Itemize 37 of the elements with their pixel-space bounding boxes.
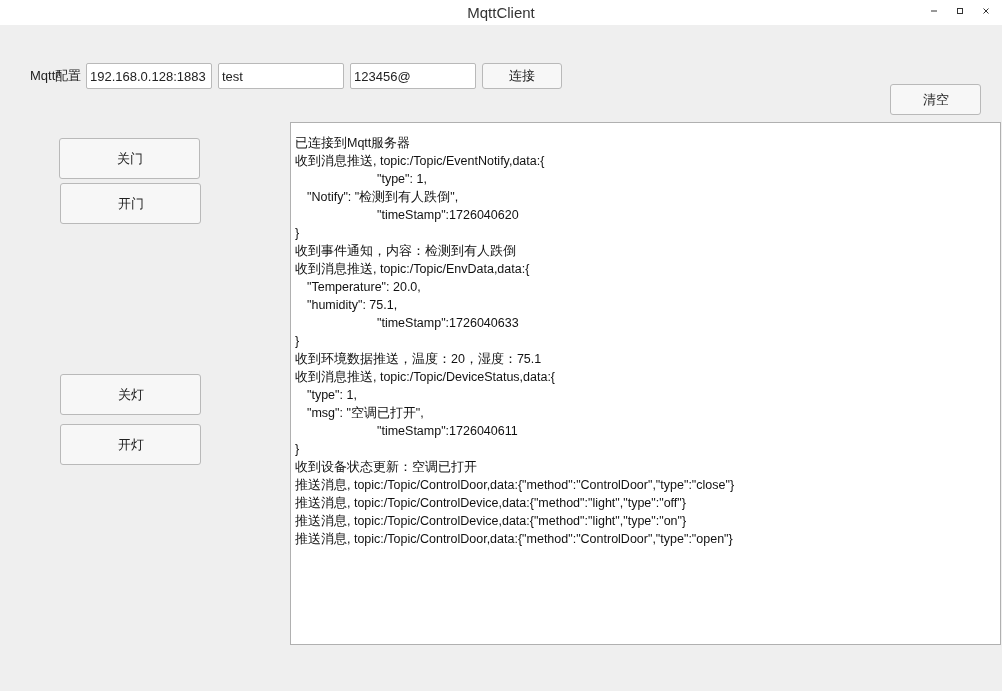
log-line: 推送消息, topic:/Topic/ControlDevice,data:{"method":"light","type":"on"} [295,514,687,528]
push-button[interactable]: 关灯 [60,374,201,415]
log-line: 已连接到Mqtt服务器 [295,136,411,150]
log-line: 收到消息推送, topic:/Topic/EnvData,data:{ [295,262,530,276]
push-button[interactable]: 开灯 [60,424,201,465]
log-line: "msg": "空调已打开", [307,406,424,420]
log-line: "humidity": 75.1, [307,298,398,312]
push-button[interactable]: 连接 [482,63,562,89]
window-title: MqttClient [467,3,535,21]
log-line: "type": 1, [307,388,357,402]
maximize-icon[interactable] [956,7,964,15]
log-line: "timeStamp":1726040611 [377,424,518,438]
push-button[interactable]: 清空 [890,84,981,115]
log-line: "Temperature": 20.0, [307,280,421,294]
log-line: 收到消息推送, topic:/Topic/DeviceStatus,data:{ [295,370,556,384]
log-line: } [295,442,300,456]
log-line: "timeStamp":1726040620 [377,208,519,222]
input-field[interactable]: test [218,63,344,89]
log-line: } [295,226,300,240]
push-button[interactable]: 开门 [60,183,201,224]
minimize-icon[interactable] [930,7,938,15]
log-line: 推送消息, topic:/Topic/ControlDevice,data:{"method":"light","type":"off"} [295,496,686,510]
close-icon[interactable] [982,7,990,15]
log-line: } [295,334,300,348]
log-line: "timeStamp":1726040633 [377,316,519,330]
config-label: Mqtt配置 [30,67,83,86]
log-line: 收到设备状态更新：空调已打开 [295,460,477,474]
log-line: 收到消息推送, topic:/Topic/EventNotify,data:{ [295,154,545,168]
log-line: "type": 1, [377,172,427,186]
log-line: 推送消息, topic:/Topic/ControlDoor,data:{"method":"ControlDoor","type":"open"} [295,532,733,546]
log-line: "Notify": "检测到有人跌倒", [307,190,459,204]
log-line: 收到环境数据推送，温度：20，湿度：75.1 [295,352,542,366]
input-field[interactable]: 123456@ [350,63,476,89]
log-line: 收到事件通知，内容：检测到有人跌倒 [295,244,516,258]
input-field[interactable]: 192.168.0.128:1883 [86,63,212,89]
push-button[interactable]: 关门 [59,138,200,179]
log-line: 推送消息, topic:/Topic/ControlDoor,data:{"method":"ControlDoor","type":"close"} [295,478,735,492]
